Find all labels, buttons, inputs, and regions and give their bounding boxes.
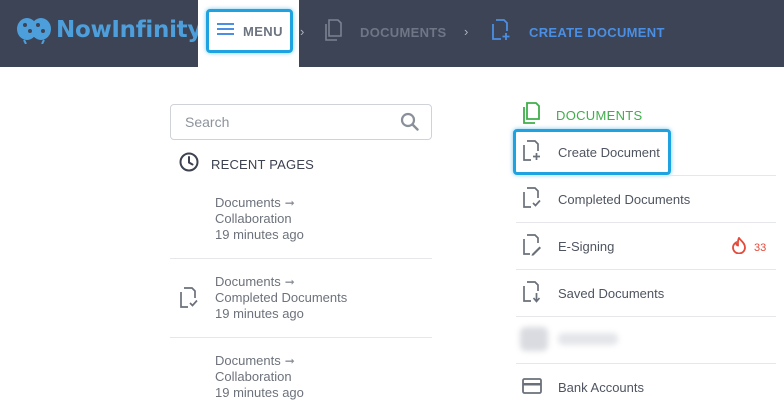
brand-name: NowInfinity [56,17,203,43]
blurred-icon [520,327,548,351]
recent-item-page: Collaboration [215,211,292,226]
flame-icon [732,236,746,259]
chevron-right-icon: › [464,24,469,39]
nav-item-blurred[interactable] [516,318,636,358]
saved-document-icon [522,281,542,308]
arrow-right-icon: ➞ [284,196,295,210]
breadcrumb-label: DOCUMENTS [360,24,447,40]
recent-item-section: Documents [215,195,281,210]
completed-document-icon [522,187,542,214]
search-icon[interactable] [400,112,419,136]
credit-card-icon [522,378,542,399]
menu-button[interactable]: MENU [206,9,293,53]
recent-page-item[interactable]: Documents ➞ Collaboration 19 minutes ago [170,180,432,259]
search-input[interactable] [171,105,391,139]
nav-item-completed-documents[interactable]: Completed Documents [516,176,776,222]
divider [516,316,776,317]
recent-page-item[interactable]: Documents ➞ Collaboration 19 minutes ago [170,338,432,408]
brand-logo[interactable]: NowInfinity [16,14,202,46]
recent-item-time: 19 minutes ago [215,306,304,321]
nav-item-saved-documents[interactable]: Saved Documents [516,270,776,316]
notification-badge: 33 [732,236,767,259]
chevron-right-icon: › [300,24,305,39]
recent-item-section: Documents [215,274,281,289]
menu-label: MENU [243,23,283,39]
nav-item-e-signing[interactable]: E-Signing 33 [516,223,776,269]
recent-item-time: 19 minutes ago [215,385,304,400]
hamburger-icon [217,22,234,41]
recent-pages-heading: RECENT PAGES [179,152,314,177]
breadcrumb-documents[interactable]: DOCUMENTS [324,18,447,46]
arrow-right-icon: ➞ [284,275,295,289]
e-signing-icon [522,234,542,261]
arrow-right-icon: ➞ [284,354,295,368]
clock-icon [179,152,199,177]
create-document-icon [491,18,511,46]
badge-count: 33 [754,242,767,254]
documents-icon [324,18,342,46]
documents-section-title: DOCUMENTS [556,108,643,123]
nav-item-label: Bank Accounts [558,379,644,395]
recent-item-page: Collaboration [215,369,292,384]
nav-item-label: Saved Documents [558,285,665,301]
search-box [170,104,432,140]
documents-icon [522,102,540,129]
blurred-label [558,333,618,345]
recent-item-time: 19 minutes ago [215,227,304,242]
recent-item-section: Documents [215,353,281,368]
documents-section-heading: DOCUMENTS [522,102,642,129]
nav-item-bank-accounts[interactable]: Bank Accounts [516,364,776,408]
breadcrumb-label: CREATE DOCUMENT [529,24,665,40]
breadcrumb-create-document[interactable]: CREATE DOCUMENT [491,18,665,46]
recent-pages-title: RECENT PAGES [211,157,315,172]
brain-logo-icon [16,16,52,45]
recent-item-page: Completed Documents [215,290,348,305]
recent-page-item[interactable]: Documents ➞ Completed Documents 19 minute… [170,259,432,338]
completed-document-icon [179,287,199,314]
nav-item-label: E-Signing [558,238,615,254]
highlight-outline [513,129,671,175]
nav-item-label: Completed Documents [558,191,691,207]
